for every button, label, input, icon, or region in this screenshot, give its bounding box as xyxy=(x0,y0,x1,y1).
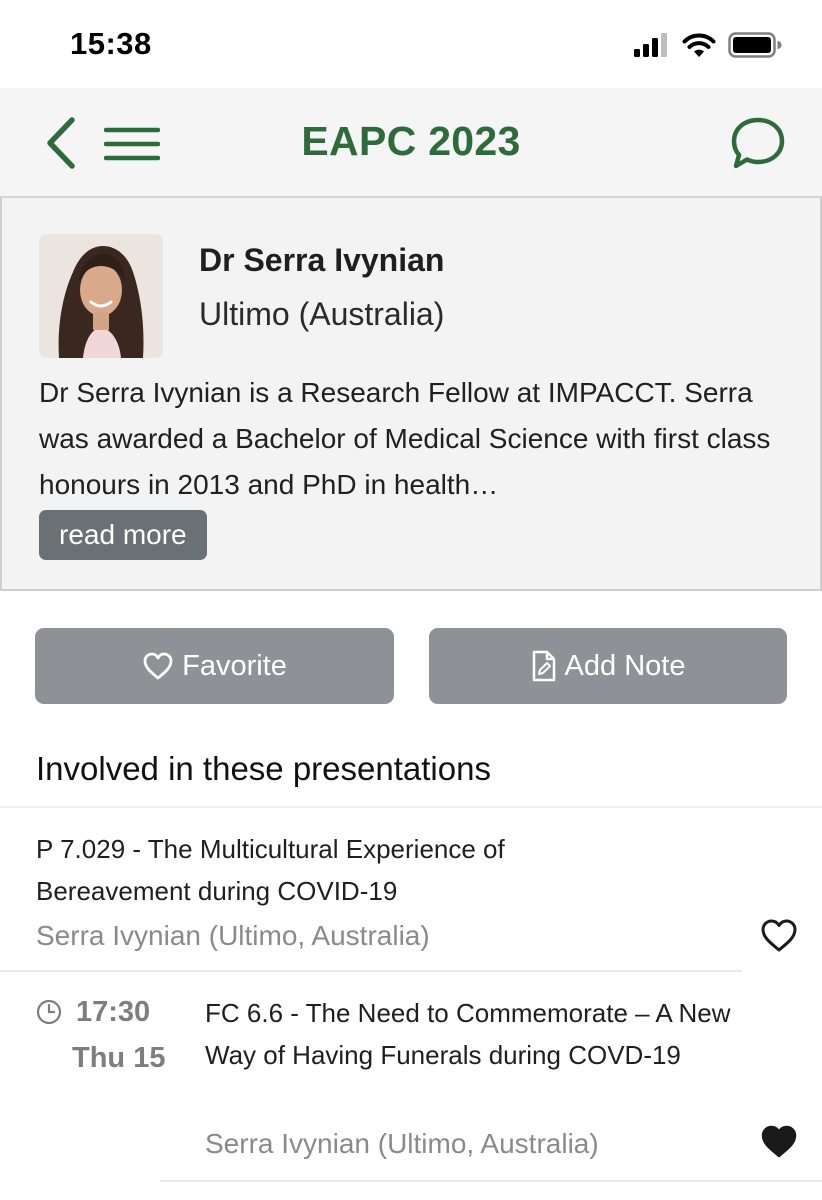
status-time: 15:38 xyxy=(70,26,152,61)
speaker-name: Dr Serra Ivynian xyxy=(199,242,445,278)
read-more-button[interactable]: read more xyxy=(39,510,207,560)
status-icons xyxy=(634,30,782,60)
presentation-item[interactable]: P 7.029 - The Multicultural Experience o… xyxy=(0,806,822,972)
list-divider xyxy=(160,1180,822,1182)
presentations-section-title: Involved in these presentations xyxy=(36,750,491,787)
speaker-avatar xyxy=(39,234,163,358)
presentation-title: P 7.029 - The Multicultural Experience o… xyxy=(36,834,505,906)
heart-filled-icon[interactable] xyxy=(760,1124,798,1160)
favorite-label: Favorite xyxy=(182,649,287,682)
cellular-signal-icon xyxy=(634,33,667,57)
heart-outline-icon[interactable] xyxy=(760,918,798,954)
presentation-author: Serra Ivynian (Ultimo, Australia) xyxy=(36,920,430,951)
presentation-title: FC 6.6 - The Need to Commemorate – A New… xyxy=(205,998,731,1070)
presentation-time: 17:30 xyxy=(76,996,151,1028)
add-note-button[interactable]: Add Note xyxy=(429,628,787,704)
app-title: EAPC 2023 xyxy=(301,118,521,164)
speaker-card: Dr Serra Ivynian Ultimo (Australia) Dr S… xyxy=(0,198,822,591)
heart-outline-icon xyxy=(143,652,173,680)
speaker-location: Ultimo (Australia) xyxy=(199,296,445,332)
favorite-button[interactable]: Favorite xyxy=(35,628,394,704)
clock-icon xyxy=(36,999,62,1025)
chat-bubble-icon[interactable] xyxy=(728,114,788,174)
nav-bar: EAPC 2023 xyxy=(0,88,822,198)
presentation-item[interactable]: 17:30 Thu 15 FC 6.6 - The Need to Commem… xyxy=(0,972,822,1188)
add-note-label: Add Note xyxy=(564,649,686,682)
presentation-author: Serra Ivynian (Ultimo, Australia) xyxy=(205,1128,599,1159)
speaker-bio: Dr Serra Ivynian is a Research Fellow at… xyxy=(39,377,771,500)
battery-icon xyxy=(728,32,782,58)
presentation-day: Thu 15 xyxy=(72,1042,166,1074)
status-bar: 15:38 xyxy=(0,0,822,88)
note-edit-icon xyxy=(532,650,555,682)
wifi-icon xyxy=(682,33,716,57)
